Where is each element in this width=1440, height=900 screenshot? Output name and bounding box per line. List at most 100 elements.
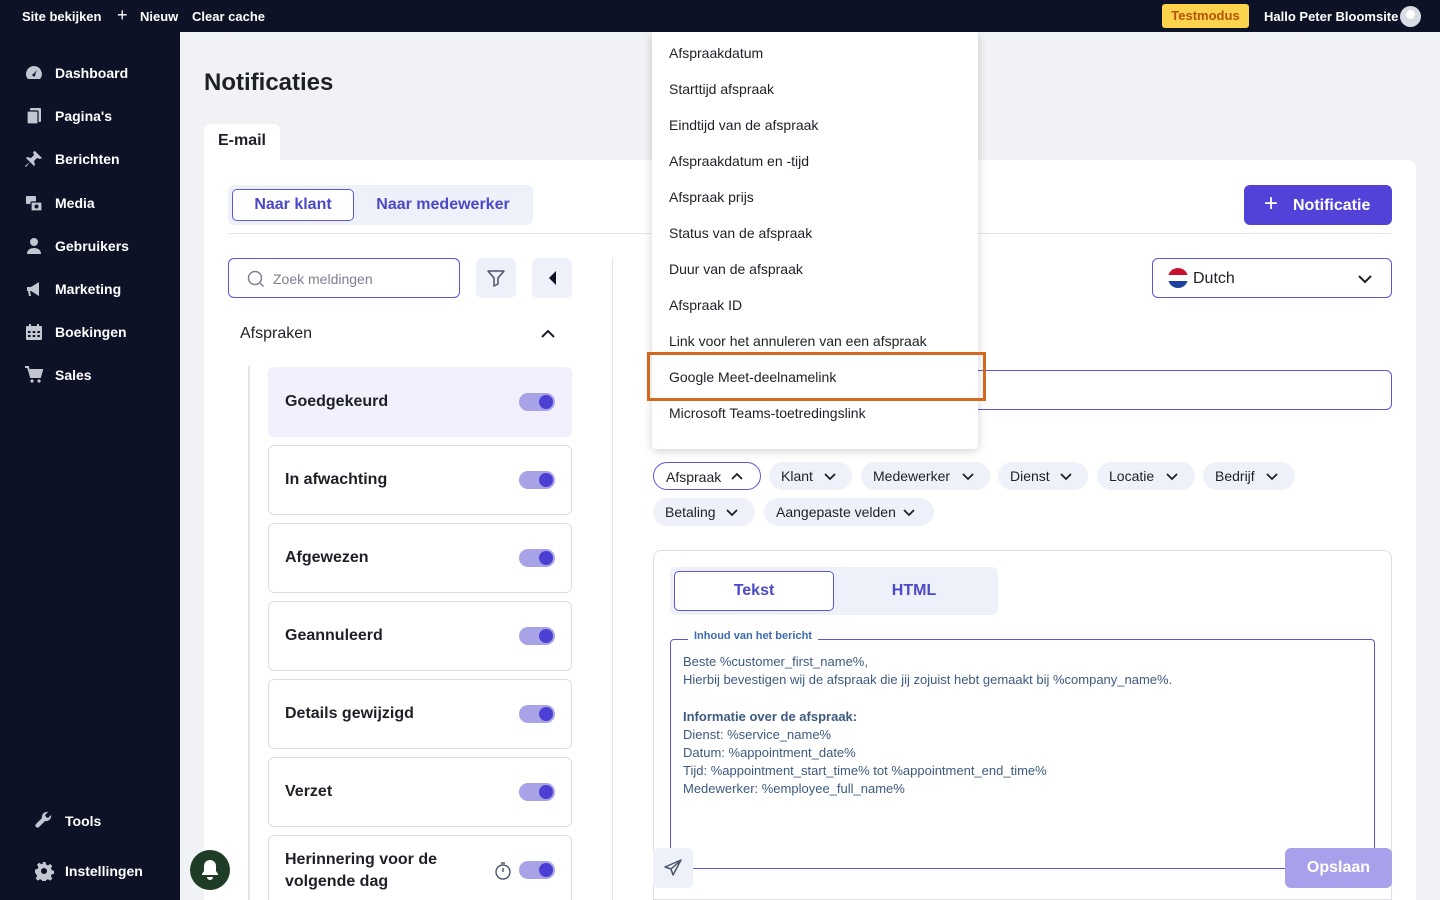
language-select[interactable]: Dutch (1152, 258, 1392, 298)
pill-label: Aangepaste velden (776, 504, 896, 520)
notification-toggle[interactable] (519, 861, 555, 879)
new-link[interactable]: Nieuw (140, 9, 178, 24)
view-site-link[interactable]: Site bekijken (22, 9, 101, 24)
placeholder-pill-customer[interactable]: Klant (769, 462, 852, 490)
notification-item[interactable]: Geannuleerd (268, 601, 572, 671)
notification-toggle[interactable] (519, 627, 555, 645)
placeholder-pill-appointment[interactable]: Afspraak (653, 462, 761, 490)
sidebar-item-settings[interactable]: Instellingen (0, 851, 180, 891)
timer-icon (493, 861, 513, 881)
sidebar-item-label: Instellingen (65, 863, 143, 879)
placeholder-pill-service[interactable]: Dienst (998, 462, 1088, 490)
notification-label: Geannuleerd (285, 627, 383, 644)
placeholder-pill-company[interactable]: Bedrijf (1203, 462, 1295, 490)
filter-button[interactable] (476, 258, 516, 298)
notification-item[interactable]: Afgewezen (268, 523, 572, 593)
sidebar: Dashboard Pagina's Berichten Media Gebru… (0, 32, 180, 900)
to-customer-button[interactable]: Naar klant (232, 189, 354, 221)
sidebar-item-label: Dashboard (55, 65, 129, 81)
message-body-text[interactable]: Beste %customer_first_name%, Hierbij bev… (683, 653, 1172, 799)
tree-line (248, 366, 250, 900)
sidebar-item-posts[interactable]: Berichten (0, 139, 180, 179)
pill-label: Medewerker (873, 468, 951, 484)
sidebar-item-bookings[interactable]: Boekingen (0, 312, 180, 352)
notification-label: Details gewijzigd (285, 705, 414, 722)
pane-divider (612, 258, 613, 900)
search-input[interactable] (273, 268, 453, 290)
dropdown-item[interactable]: Duur van de afspraak (669, 261, 803, 277)
clear-cache-link[interactable]: Clear cache (192, 9, 265, 24)
user-greeting[interactable]: Hallo Peter Bloomsite (1264, 9, 1398, 24)
notification-item[interactable]: Herinnering voor de volgende dag (268, 835, 572, 900)
sidebar-item-sales[interactable]: Sales (0, 355, 180, 395)
notification-label: Verzet (285, 783, 333, 800)
notification-toggle[interactable] (519, 393, 555, 411)
notification-toggle[interactable] (519, 471, 555, 489)
dropdown-item[interactable]: Link voor het annuleren van een afspraak (669, 333, 927, 349)
pill-label: Locatie (1109, 468, 1155, 484)
pill-label: Betaling (665, 504, 716, 520)
send-test-button[interactable] (653, 848, 693, 888)
group-title-appointments[interactable]: Afspraken (240, 325, 312, 343)
message-line: Dienst: %service_name% (683, 726, 832, 742)
filter-icon (486, 268, 506, 288)
paper-plane-icon (663, 858, 683, 878)
pill-label: Bedrijf (1215, 468, 1255, 484)
notification-toggle[interactable] (519, 705, 555, 723)
sidebar-item-label: Berichten (55, 151, 120, 167)
dropdown-item[interactable]: Starttijd afspraak (669, 81, 774, 97)
notification-toggle[interactable] (519, 549, 555, 567)
sidebar-item-tools[interactable]: Tools (0, 801, 180, 841)
dropdown-item[interactable]: Status van de afspraak (669, 225, 812, 241)
pages-icon (24, 106, 44, 126)
message-line: Datum: %appointment_date% (683, 745, 856, 761)
chevron-up-icon[interactable] (540, 326, 556, 342)
collapse-panel-button[interactable] (532, 258, 572, 298)
sidebar-item-label: Gebruikers (55, 238, 129, 254)
add-notification-label: Notificatie (1293, 197, 1371, 214)
notification-item[interactable]: Verzet (268, 757, 572, 827)
cart-icon (24, 365, 44, 385)
placeholder-pill-location[interactable]: Locatie (1097, 462, 1195, 490)
pill-label: Dienst (1010, 468, 1050, 484)
dropdown-item[interactable]: Afspraakdatum en -tijd (669, 153, 809, 169)
sidebar-item-marketing[interactable]: Marketing (0, 269, 180, 309)
tab-email[interactable]: E-mail (204, 124, 280, 160)
notification-item[interactable]: Goedgekeurd (268, 367, 572, 437)
notification-item[interactable]: Details gewijzigd (268, 679, 572, 749)
chevron-down-icon (823, 469, 837, 483)
chevron-down-icon (1059, 469, 1073, 483)
sidebar-item-users[interactable]: Gebruikers (0, 226, 180, 266)
dropdown-item[interactable]: Eindtijd van de afspraak (669, 117, 818, 133)
placeholder-pill-custom-fields[interactable]: Aangepaste velden (764, 498, 934, 526)
placeholder-pill-payment[interactable]: Betaling (653, 498, 755, 526)
sidebar-item-pages[interactable]: Pagina's (0, 96, 180, 136)
message-heading: Informatie over de afspraak: (683, 708, 858, 724)
notification-item[interactable]: In afwachting (268, 445, 572, 515)
text-mode-button[interactable]: Tekst (674, 571, 834, 611)
search-box (228, 258, 460, 298)
test-mode-badge[interactable]: Testmodus (1162, 4, 1249, 28)
highlight-box (647, 352, 986, 401)
dropdown-item[interactable]: Afspraak ID (669, 297, 742, 313)
pill-label: Klant (781, 468, 813, 484)
dropdown-item[interactable]: Afspraakdatum (669, 45, 763, 61)
sidebar-item-media[interactable]: Media (0, 183, 180, 223)
to-employee-button[interactable]: Naar medewerker (358, 189, 528, 221)
html-mode-button[interactable]: HTML (834, 571, 994, 611)
save-button[interactable]: Opslaan (1285, 848, 1392, 888)
message-line: Medewerker: %employee_full_name% (683, 781, 905, 797)
dropdown-item[interactable]: Afspraak prijs (669, 189, 754, 205)
plus-icon[interactable]: + (117, 6, 128, 24)
add-notification-button[interactable]: + Notificatie (1244, 185, 1392, 225)
placeholder-pill-employee[interactable]: Medewerker (861, 462, 990, 490)
wrench-icon (34, 811, 54, 831)
avatar[interactable] (1400, 6, 1421, 27)
chevron-down-icon (961, 469, 975, 483)
netherlands-flag-icon (1168, 268, 1188, 288)
chevron-down-icon (1265, 469, 1279, 483)
notification-bell-button[interactable] (190, 850, 230, 890)
dropdown-item[interactable]: Microsoft Teams-toetredingslink (669, 405, 866, 421)
sidebar-item-dashboard[interactable]: Dashboard (0, 53, 180, 93)
notification-toggle[interactable] (519, 783, 555, 801)
